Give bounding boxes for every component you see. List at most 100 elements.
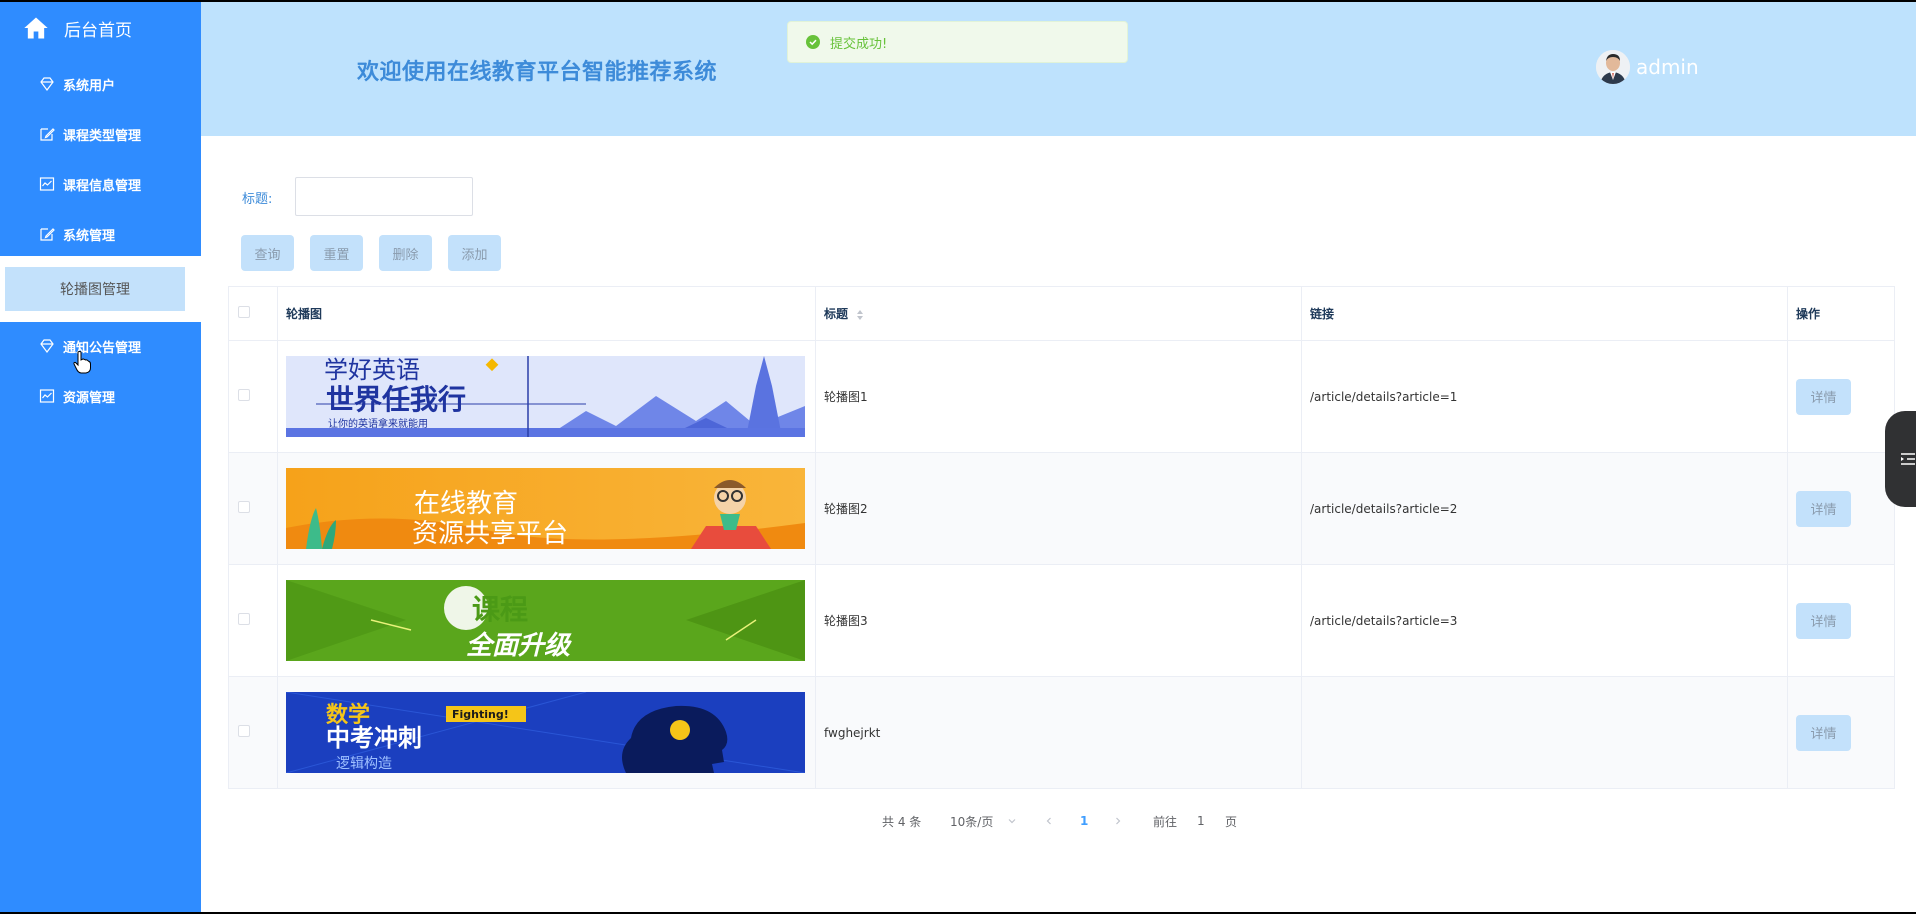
success-toast: 提交成功! — [787, 21, 1128, 63]
submenu-item-carousel[interactable]: 轮播图管理 — [5, 267, 185, 311]
add-button[interactable]: 添加 — [448, 235, 501, 271]
banner-cell: 学好英语 世界任我行 让你的英语拿来就能用 — [277, 340, 816, 453]
query-button[interactable]: 查询 — [241, 235, 294, 271]
detail-button[interactable]: 详情 — [1796, 490, 1851, 527]
column-header-link: 链接 — [1301, 286, 1788, 341]
column-header-title-label: 标题 — [824, 307, 849, 321]
reset-button[interactable]: 重置 — [310, 235, 363, 271]
sidebar-home-label: 后台首页 — [64, 20, 132, 41]
column-header-image: 轮播图 — [277, 286, 816, 341]
link-cell — [1301, 676, 1788, 789]
table-row: 学好英语 世界任我行 让你的英语拿来就能用 轮播图1 /article/deta… — [228, 340, 1895, 453]
banner-image-math: Fighting! 数学 中考冲刺 逻辑构造 — [286, 692, 805, 773]
select-all-cell — [228, 286, 278, 341]
table-row: Fighting! 数学 中考冲刺 逻辑构造 fwghejrkt 详情 — [228, 676, 1895, 789]
sidebar-item-system-users[interactable]: 系统用户 — [0, 64, 201, 104]
sidebar-item-label: 课程信息管理 — [63, 178, 142, 194]
chart-icon — [38, 387, 56, 405]
chevron-right-icon — [1116, 817, 1121, 825]
action-cell: 详情 — [1787, 676, 1895, 789]
sidebar-item-notices[interactable]: 通知公告管理 — [0, 326, 201, 366]
banner-text: 世界任我行 — [326, 383, 466, 416]
goto-page-input[interactable]: 1 — [1197, 811, 1205, 831]
title-cell: fwghejrkt — [815, 676, 1302, 789]
row-select-cell — [228, 340, 278, 453]
title-filter-label: 标题: — [242, 192, 273, 207]
banner-text: 课程 — [472, 593, 528, 626]
row-checkbox[interactable] — [238, 725, 250, 737]
username: admin — [1636, 55, 1699, 79]
page-title: 欢迎使用在线教育平台智能推荐系统 — [357, 60, 718, 85]
row-checkbox[interactable] — [238, 613, 250, 625]
banner-cell: 课程 全面升级 — [277, 564, 816, 677]
pointer-cursor-icon — [73, 351, 91, 374]
page-size-select[interactable]: 10条/页 — [950, 811, 1017, 831]
title-filter-input[interactable] — [295, 177, 473, 216]
prev-page-button[interactable] — [1044, 811, 1054, 831]
row-select-cell — [228, 676, 278, 789]
avatar — [1596, 50, 1630, 84]
goto-label: 前往 — [1153, 814, 1178, 829]
select-all-checkbox[interactable] — [238, 306, 250, 318]
detail-button[interactable]: 详情 — [1796, 602, 1851, 639]
sidebar-item-system-management[interactable]: 系统管理 — [0, 214, 201, 254]
sidebar: 后台首页 系统用户 课程类型管理 课程信息管理 系统管理 轮播图管理 通知公告管… — [0, 2, 201, 912]
action-cell: 详情 — [1787, 340, 1895, 453]
edit-icon — [38, 225, 56, 243]
carousel-table: 轮播图 标题 链接 操作 学好英语 世界任我行 让你的英语拿来就能用 轮播图1 … — [228, 286, 1895, 789]
pagination-total: 共 4 条 — [882, 814, 922, 829]
user-menu[interactable]: admin — [1596, 50, 1699, 84]
sidebar-item-course-types[interactable]: 课程类型管理 — [0, 114, 201, 154]
action-cell: 详情 — [1787, 452, 1895, 565]
banner-image-course-upgrade: 课程 全面升级 — [286, 580, 805, 661]
table-row: 在线教育 资源共享平台 轮播图2 /article/details?articl… — [228, 452, 1895, 565]
banner-text: 学好英语 — [324, 356, 420, 384]
banner-image-english: 学好英语 世界任我行 让你的英语拿来就能用 — [286, 356, 805, 437]
banner-text: 让你的英语拿来就能用 — [328, 417, 428, 430]
sidebar-item-label: 课程类型管理 — [63, 128, 142, 144]
row-select-cell — [228, 564, 278, 677]
title-cell: 轮播图3 — [815, 564, 1302, 677]
app-screen: 后台首页 系统用户 课程类型管理 课程信息管理 系统管理 轮播图管理 通知公告管… — [0, 2, 1916, 912]
edit-icon — [38, 125, 56, 143]
column-header-title[interactable]: 标题 — [815, 286, 1302, 341]
list-indent-icon — [1901, 453, 1915, 465]
detail-button[interactable]: 详情 — [1796, 714, 1851, 751]
row-select-cell — [228, 452, 278, 565]
next-page-button[interactable] — [1113, 811, 1123, 831]
submenu-item-label: 轮播图管理 — [60, 282, 130, 298]
link-cell: /article/details?article=2 — [1301, 452, 1788, 565]
banner-text: 逻辑构造 — [336, 756, 392, 772]
row-checkbox[interactable] — [238, 389, 250, 401]
banner-text: Fighting! — [452, 708, 509, 721]
sidebar-item-label: 系统用户 — [63, 78, 116, 94]
sidebar-item-label: 系统管理 — [63, 228, 116, 244]
side-panel-toggle[interactable] — [1885, 411, 1916, 507]
sort-icon[interactable] — [856, 309, 864, 321]
sidebar-item-resources[interactable]: 资源管理 — [0, 376, 201, 416]
row-checkbox[interactable] — [238, 501, 250, 513]
submenu: 轮播图管理 — [0, 256, 201, 322]
action-cell: 详情 — [1787, 564, 1895, 677]
chevron-left-icon — [1046, 817, 1051, 825]
sidebar-item-label: 资源管理 — [63, 390, 116, 406]
detail-button[interactable]: 详情 — [1796, 378, 1851, 415]
sidebar-home[interactable]: 后台首页 — [22, 14, 132, 42]
diamond-icon — [38, 337, 56, 355]
delete-button[interactable]: 删除 — [379, 235, 432, 271]
banner-text: 在线教育 — [414, 489, 518, 519]
banner-text: 全面升级 — [466, 631, 572, 661]
page-suffix: 页 — [1225, 814, 1238, 829]
banner-text: 中考冲刺 — [326, 724, 422, 752]
title-cell: 轮播图1 — [815, 340, 1302, 453]
diamond-icon — [38, 75, 56, 93]
banner-cell: Fighting! 数学 中考冲刺 逻辑构造 — [277, 676, 816, 789]
page-number-current[interactable]: 1 — [1080, 811, 1088, 831]
table-row: 课程 全面升级 轮播图3 /article/details?article=3 … — [228, 564, 1895, 677]
sidebar-item-course-info[interactable]: 课程信息管理 — [0, 164, 201, 204]
home-icon — [24, 17, 48, 39]
chart-icon — [38, 175, 56, 193]
link-cell: /article/details?article=3 — [1301, 564, 1788, 677]
check-circle-icon — [806, 35, 820, 49]
chevron-down-icon — [1008, 819, 1016, 824]
